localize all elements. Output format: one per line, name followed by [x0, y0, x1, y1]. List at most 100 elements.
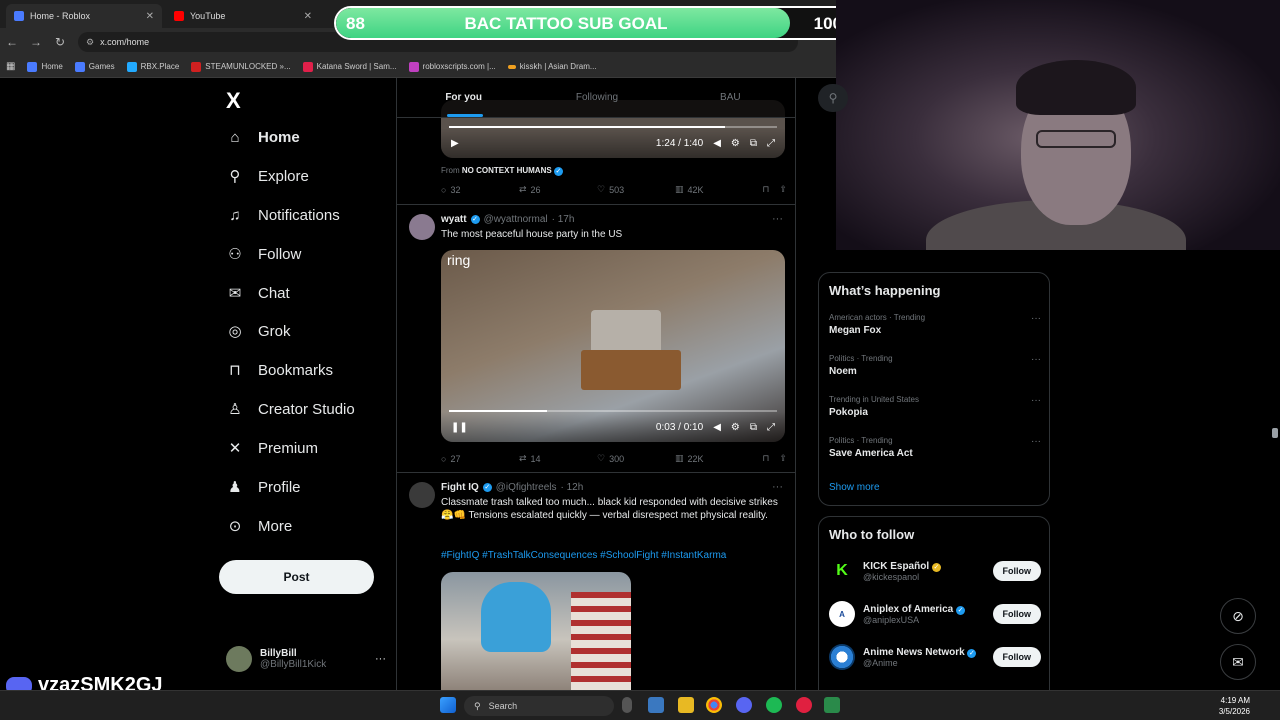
- author-name[interactable]: wyatt: [441, 214, 467, 225]
- system-clock[interactable]: 4:19 AM 3/5/2026: [1219, 695, 1250, 717]
- spotify-icon[interactable]: [766, 697, 782, 713]
- nav-chat[interactable]: ✉ Chat: [226, 284, 290, 303]
- tab-following[interactable]: Following: [530, 78, 663, 117]
- nav-follow[interactable]: ⚇ Follow: [226, 245, 301, 264]
- back-icon[interactable]: ←: [0, 35, 24, 49]
- nav-notifications[interactable]: ♫ Notifications: [226, 206, 339, 224]
- nav-home[interactable]: ⌂ Home: [226, 128, 299, 146]
- more-options-icon[interactable]: ···: [1031, 436, 1041, 447]
- trend-item[interactable]: American actors · Trending Megan Fox ···: [829, 313, 1041, 336]
- avatar[interactable]: [409, 482, 435, 508]
- follow-button[interactable]: Follow: [992, 604, 1041, 624]
- more-options-icon[interactable]: ···: [772, 213, 783, 225]
- bookmark-rbxplace[interactable]: RBX.Place: [126, 61, 179, 72]
- nav-more[interactable]: ⊙ More: [226, 517, 292, 536]
- play-icon[interactable]: ▶: [451, 138, 459, 149]
- close-icon[interactable]: ✕: [146, 11, 154, 22]
- chrome-icon[interactable]: [706, 697, 722, 713]
- url-text: x.com/home: [100, 37, 150, 47]
- post-time[interactable]: · 17h: [552, 214, 575, 225]
- share-button[interactable]: ⇪: [779, 184, 787, 195]
- x-logo[interactable]: X: [226, 88, 241, 114]
- messages-fab-icon[interactable]: ✉: [1220, 644, 1256, 680]
- fullscreen-icon[interactable]: ⤢: [767, 138, 775, 149]
- reply-button[interactable]: ○ 32: [441, 185, 519, 195]
- trend-item[interactable]: Trending in United States Pokopia ···: [829, 395, 1041, 418]
- discord-app-icon[interactable]: [736, 697, 752, 713]
- tab-for-you[interactable]: For you: [397, 78, 530, 117]
- settings-icon[interactable]: ⚙: [731, 138, 740, 149]
- author-handle[interactable]: @wyattnormal: [484, 214, 548, 225]
- share-button[interactable]: ⇪: [779, 453, 787, 464]
- show-more-link[interactable]: Show more: [829, 482, 880, 493]
- nav-grok[interactable]: ◎ Grok: [226, 322, 290, 341]
- opera-icon[interactable]: [796, 697, 812, 713]
- grok-fab-icon[interactable]: ⊘: [1220, 598, 1256, 634]
- scrollbar-thumb[interactable]: [1272, 428, 1278, 438]
- nav-creator-studio[interactable]: ♙ Creator Studio: [226, 400, 354, 419]
- nav-bookmarks[interactable]: ⊓ Bookmarks: [226, 361, 333, 380]
- settings-icon[interactable]: ⚙: [731, 422, 740, 433]
- post-time[interactable]: · 12h: [561, 482, 584, 493]
- tab-roblox[interactable]: Home - Roblox ✕: [6, 4, 162, 28]
- obs-icon[interactable]: [824, 697, 840, 713]
- volume-icon[interactable]: ◀: [713, 138, 721, 149]
- bookmark-button[interactable]: ⊓: [762, 453, 769, 464]
- author-name[interactable]: Fight IQ: [441, 482, 479, 493]
- pip-icon[interactable]: ⧉: [750, 422, 757, 433]
- search-icon[interactable]: ⚲: [818, 84, 848, 112]
- source-name[interactable]: NO CONTEXT HUMANS: [462, 166, 552, 175]
- apps-icon[interactable]: ▦: [6, 61, 15, 72]
- close-icon[interactable]: ✕: [304, 11, 312, 22]
- bookmark-button[interactable]: ⊓: [762, 184, 769, 195]
- bookmark-games[interactable]: Games: [74, 61, 115, 72]
- nav-profile[interactable]: ♟ Profile: [226, 478, 300, 497]
- app-icon[interactable]: [648, 697, 664, 713]
- more-options-icon[interactable]: ···: [1031, 313, 1041, 324]
- repost-button[interactable]: ⇄ 26: [519, 184, 597, 195]
- windows-start-icon[interactable]: [440, 697, 456, 713]
- bookmark-robloxscripts[interactable]: robloxscripts.com |...: [408, 61, 496, 72]
- more-options-icon[interactable]: ···: [375, 653, 386, 665]
- tab-bau[interactable]: BAU: [664, 78, 795, 117]
- taskbar-search[interactable]: ⚲ Search: [464, 696, 614, 716]
- bookmark-steamunlocked[interactable]: STEAMUNLOCKED »...: [191, 61, 291, 72]
- more-options-icon[interactable]: ···: [1031, 354, 1041, 365]
- follow-suggestion[interactable]: K KICK Español ✓ @kickespanol Follow: [829, 555, 1041, 587]
- repost-button[interactable]: ⇄ 14: [519, 453, 597, 464]
- more-options-icon[interactable]: ···: [772, 481, 783, 493]
- avatar[interactable]: [409, 214, 435, 240]
- bookmark-katana[interactable]: Katana Sword | Sam...: [302, 61, 397, 72]
- bookmark-kisskh[interactable]: kisskh | Asian Dram...: [507, 62, 597, 71]
- follow-button[interactable]: Follow: [992, 561, 1041, 581]
- pip-icon[interactable]: ⧉: [750, 138, 757, 149]
- trend-item[interactable]: Politics · Trending Save America Act ···: [829, 436, 1041, 459]
- post-button[interactable]: Post: [219, 560, 374, 594]
- mute-icon[interactable]: ◀: [713, 422, 721, 433]
- views-button[interactable]: ▥ 42K: [675, 184, 753, 195]
- reply-button[interactable]: ○ 27: [441, 454, 519, 464]
- account-switcher[interactable]: BillyBill @BillyBill1Kick ···: [226, 642, 386, 676]
- reload-icon[interactable]: ↻: [48, 35, 72, 49]
- post-hashtags[interactable]: #FightIQ #TrashTalkConsequences #SchoolF…: [441, 550, 726, 561]
- follow-suggestion[interactable]: A Aniplex of America ✓ @aniplexUSA Follow: [829, 598, 1041, 630]
- views-button[interactable]: ▥ 22K: [675, 453, 753, 464]
- more-options-icon[interactable]: ···: [1031, 395, 1041, 406]
- file-explorer-icon[interactable]: [678, 697, 694, 713]
- author-handle[interactable]: @iQfightreels: [496, 482, 557, 493]
- forward-icon[interactable]: →: [24, 35, 48, 49]
- mic-icon[interactable]: [622, 697, 632, 713]
- fullscreen-icon[interactable]: ⤢: [767, 422, 775, 433]
- site-info-icon[interactable]: ⚙: [86, 37, 94, 48]
- pause-icon[interactable]: ❚❚: [451, 422, 468, 433]
- bookmark-home[interactable]: Home: [27, 61, 63, 72]
- tab-youtube[interactable]: YouTube ✕: [166, 4, 320, 28]
- post-video[interactable]: ring ❚❚ 0:03 / 0:10 ◀ ⚙ ⧉ ⤢: [441, 250, 785, 442]
- nav-explore[interactable]: ⚲ Explore: [226, 167, 309, 186]
- like-button[interactable]: ♡ 300: [597, 453, 675, 464]
- like-button[interactable]: ♡ 503: [597, 184, 675, 195]
- nav-premium[interactable]: ✕ Premium: [226, 439, 318, 458]
- follow-button[interactable]: Follow: [992, 647, 1041, 667]
- trend-item[interactable]: Politics · Trending Noem ···: [829, 354, 1041, 377]
- follow-suggestion[interactable]: Anime News Network ✓ @Anime Follow: [829, 641, 1041, 673]
